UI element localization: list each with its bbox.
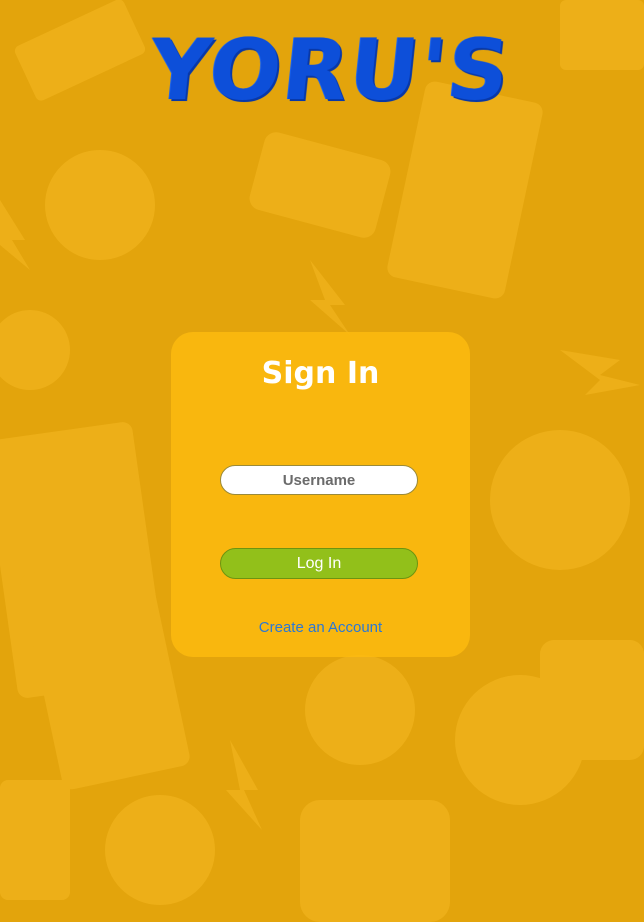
create-account-link[interactable]: Create an Account	[171, 619, 470, 636]
username-input[interactable]	[220, 465, 418, 495]
brand-logo: YORU'S	[144, 21, 516, 119]
sign-in-card: Sign In Log In Create an Account	[171, 332, 470, 657]
page-title: Sign In	[261, 356, 380, 391]
log-in-button[interactable]: Log In	[220, 548, 418, 579]
